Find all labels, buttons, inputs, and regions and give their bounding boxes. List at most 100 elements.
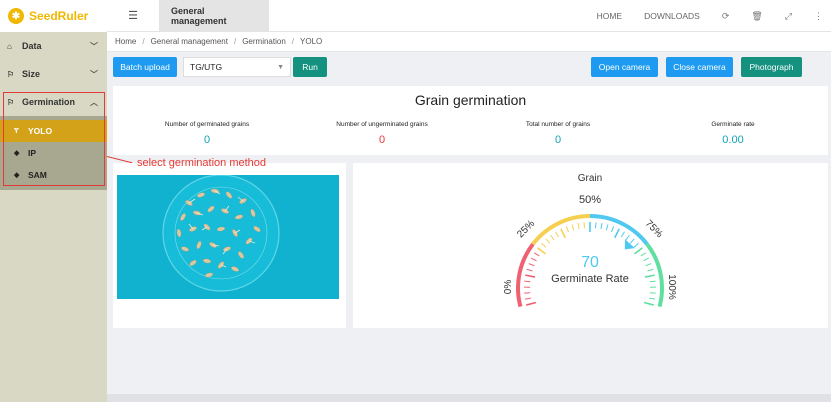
caret-down-icon: ▼: [277, 63, 284, 71]
annotation-text: select germination method: [137, 157, 267, 169]
more-icon[interactable]: ⋮: [814, 11, 823, 22]
sidebar-item-label: IP: [28, 148, 37, 158]
chevron-up-icon: ︿: [90, 97, 98, 107]
method-select-value: TG/UTG: [190, 62, 223, 72]
run-button[interactable]: Run: [293, 57, 327, 77]
tag-icon: ◆: [14, 150, 20, 157]
breadcrumb-separator: /: [291, 37, 295, 46]
gauge-tick-mark: [530, 257, 537, 262]
trash-icon[interactable]: 🗑︎: [751, 11, 762, 22]
gauge-tick-25: 25%: [515, 218, 537, 240]
gauge-tick-mark: [528, 263, 535, 267]
gauge-tick-0: 0%: [503, 280, 514, 295]
gauge-tick-mark: [541, 242, 547, 248]
breadcrumb-germination[interactable]: Germination: [242, 37, 286, 46]
flag-icon: ⚐: [7, 97, 15, 107]
gauge-tick-75: 75%: [643, 218, 665, 240]
breadcrumb-separator: /: [233, 37, 237, 46]
gauge-tick-mark: [555, 231, 560, 238]
germinate-rate-gauge: Grain 50% 0% 25% 75% 100% 70 Germinate R…: [503, 173, 677, 308]
gauge-tick-mark: [640, 252, 647, 257]
gauge-tick-mark: [565, 226, 569, 233]
batch-upload-button[interactable]: Batch upload: [113, 57, 177, 77]
breadcrumb-separator: /: [142, 37, 145, 46]
gauge-tick-mark: [614, 228, 620, 239]
sidebar-item-label: Data: [22, 41, 42, 51]
gauge-pointer: [624, 239, 635, 250]
sidebar-item-yolo[interactable]: Ɏ YOLO: [0, 120, 107, 142]
stat-label: Germinate rate: [711, 121, 755, 128]
chevron-down-icon: ﹀: [90, 69, 98, 79]
gauge-tick-mark: [524, 297, 531, 300]
stat-rate: Germinate rate 0.00: [644, 121, 822, 146]
sidebar-item-label: YOLO: [28, 126, 53, 136]
stat-value: 0.00: [722, 134, 744, 146]
photograph-button[interactable]: Photograph: [741, 57, 802, 77]
gauge-tick-mark: [525, 274, 536, 278]
breadcrumb: Home / General management / Germination …: [107, 32, 831, 52]
stat-germinated: Number of germinated grains 0: [118, 121, 296, 146]
gauge-tick-mark: [594, 222, 597, 229]
gauge-tick-mark: [645, 263, 652, 267]
stat-total: Total number of grains 0: [469, 121, 647, 146]
gauge-tick-mark: [600, 223, 603, 230]
gauge-tick-mark: [571, 224, 575, 231]
gauge-tick-mark: [550, 234, 555, 241]
gauge-tick-mark: [524, 280, 531, 283]
home-icon: ⌂: [7, 41, 12, 51]
tab-general-management[interactable]: General management: [159, 0, 269, 32]
stats-title: Grain germination: [414, 92, 527, 108]
sidebar-item-sam[interactable]: ◆ SAM: [0, 164, 107, 186]
gauge-tick-mark: [577, 223, 580, 230]
refresh-icon[interactable]: ⟳: [722, 11, 730, 22]
sidebar-item-data[interactable]: ⌂ Data ﹀: [0, 32, 107, 60]
sidebar: ✱ SeedRuler ⌂ Data ﹀ ⚐ Size ﹀ ⚐ Germinat…: [0, 0, 107, 402]
stat-value: 0: [378, 134, 386, 146]
sidebar-item-ip[interactable]: ◆ IP: [0, 142, 107, 164]
gauge-value: 70: [581, 254, 599, 271]
open-camera-button[interactable]: Open camera: [591, 57, 658, 77]
flag-icon: ⚐: [7, 69, 15, 79]
downloads-link[interactable]: DOWNLOADS: [644, 11, 700, 21]
sidebar-item-label: Germination: [22, 97, 76, 107]
stat-label: Number of germinated grains: [164, 121, 250, 128]
gauge-tick-mark: [560, 228, 566, 239]
gauge-tick-mark: [537, 247, 547, 255]
seed-image: [117, 175, 339, 299]
gauge-label: Germinate Rate: [551, 273, 629, 285]
topbar-right: HOME DOWNLOADS ⟳ 🗑︎ ⤢ ⋮: [597, 0, 831, 32]
footer-bar: [107, 394, 831, 402]
sidebar-item-germination[interactable]: ⚐ Germination ︿: [0, 88, 107, 116]
gauge-tick-mark: [643, 257, 650, 262]
wheat-icon: ✱: [8, 8, 24, 24]
gauge-panel: Grain 50% 0% 25% 75% 100% 70 Germinate R…: [353, 163, 828, 328]
topbar: ☰ General management HOME DOWNLOADS ⟳ 🗑︎…: [107, 0, 831, 32]
fullscreen-icon[interactable]: ⤢: [785, 11, 792, 22]
gauge-tick-mark: [583, 222, 586, 229]
gauge-tick-50: 50%: [579, 194, 601, 206]
app-logo[interactable]: ✱ SeedRuler: [0, 0, 107, 32]
sidebar-item-label: SAM: [28, 170, 47, 180]
gauge-tick-mark: [644, 274, 655, 278]
gauge-tick-100: 100%: [666, 274, 677, 300]
close-camera-button[interactable]: Close camera: [666, 57, 733, 77]
gauge-tick-mark: [526, 301, 537, 306]
sidebar-item-size[interactable]: ⚐ Size ﹀: [0, 60, 107, 88]
breadcrumb-home[interactable]: Home: [115, 37, 136, 46]
breadcrumb-current: YOLO: [300, 37, 323, 46]
gauge-tick-mark: [611, 226, 615, 233]
home-link[interactable]: HOME: [597, 11, 623, 21]
gauge-tick-mark: [620, 231, 625, 238]
germination-submenu: Ɏ YOLO ◆ IP ◆ SAM: [0, 116, 107, 190]
breadcrumb-general-management[interactable]: General management: [151, 37, 228, 46]
gauge-tick-mark: [545, 238, 551, 244]
petri-dish-image: [117, 175, 339, 299]
method-select[interactable]: TG/UTG ▼: [183, 57, 291, 77]
stat-label: Number of ungerminated grains: [336, 121, 428, 128]
stat-value: 0: [203, 134, 211, 146]
chevron-down-icon: ﹀: [90, 41, 98, 51]
gauge-tick-mark: [647, 268, 654, 272]
stat-value: 0: [554, 134, 562, 146]
gauge-tick-mark: [633, 242, 639, 248]
menu-toggle-icon[interactable]: ☰: [107, 9, 159, 22]
